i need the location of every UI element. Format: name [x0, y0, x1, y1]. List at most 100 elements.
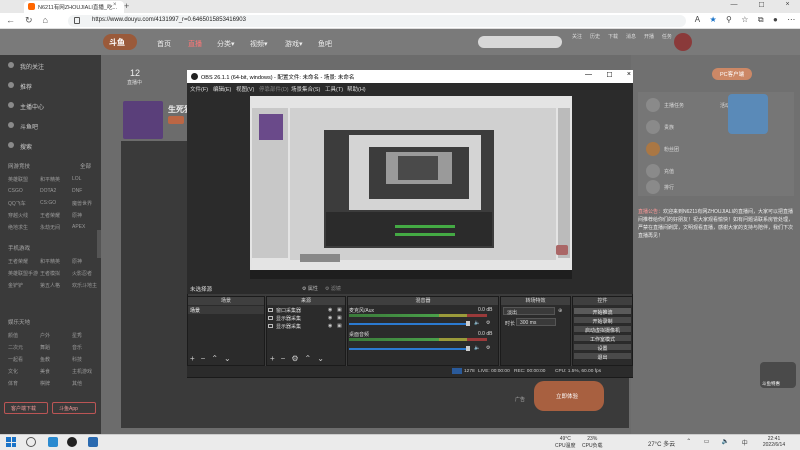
lock-source-icon[interactable]: ▣ [337, 315, 342, 321]
site-search-input[interactable] [478, 36, 562, 48]
menu-help[interactable]: 帮助(H) [347, 85, 366, 93]
sidebar-category[interactable]: 美食 [40, 368, 50, 375]
stream-thumbnail[interactable] [123, 101, 163, 139]
new-tab-button[interactable]: + [124, 1, 129, 11]
extensions-icon[interactable]: ⚲ [726, 15, 732, 25]
menu-edit[interactable]: 编辑(E) [213, 85, 231, 93]
favorites-icon[interactable]: ☆ [741, 15, 748, 25]
sidebar-category[interactable]: 和平精英 [40, 176, 60, 183]
nav-category[interactable]: 分类▾ [217, 39, 235, 49]
filters-button[interactable]: ⚙ 滤镜 [325, 285, 341, 292]
nav-live[interactable]: 直播 [188, 39, 202, 49]
url-input[interactable]: https://www.douyu.com/4131997_r=0.646501… [68, 15, 686, 27]
move-up-icon[interactable]: ⌃ [211, 354, 218, 363]
nav-home[interactable]: 首页 [157, 39, 171, 49]
sidebar-item-search[interactable]: 搜索 [20, 142, 32, 151]
sidebar-category[interactable]: 穿越火线 [8, 212, 28, 219]
network-icon[interactable]: ▭ [704, 438, 710, 447]
message-icon[interactable]: 消息 [626, 33, 636, 40]
lock-source-icon[interactable]: ▣ [337, 323, 342, 329]
sidebar-category[interactable]: 户外 [40, 332, 50, 339]
speaker-icon[interactable]: 🔈 [474, 320, 480, 326]
tab-close-icon[interactable]: × [113, 2, 117, 8]
sidebar-category[interactable]: 颜值 [8, 332, 18, 339]
speaker-icon[interactable]: 🔈 [474, 345, 480, 351]
sidebar-category[interactable]: 金铲铲 [8, 282, 23, 289]
minimize-icon[interactable]: — [730, 1, 737, 12]
sidebar-category[interactable]: 王者荣耀 [40, 212, 60, 219]
volume-slider[interactable] [349, 348, 467, 350]
sidebar-category[interactable]: 文化 [8, 368, 18, 375]
source-item[interactable]: 显示器采集 [276, 315, 301, 322]
menu-file[interactable]: 文件(F) [190, 85, 208, 93]
sidebar-category[interactable]: 科技 [72, 356, 82, 363]
obs-taskbar-icon[interactable] [67, 437, 77, 447]
start-streaming-button[interactable]: 开始推流 [573, 307, 632, 316]
sidebar-category[interactable]: 英雄联盟 [8, 176, 28, 183]
sidebar-category[interactable]: 王者模拟 [40, 270, 60, 277]
sidebar-item-anchor-center[interactable]: 主播中心 [20, 102, 44, 111]
sidebar-category[interactable]: 其他 [72, 380, 82, 387]
sidebar-category[interactable]: APEX [72, 224, 85, 230]
ime-icon[interactable]: 中 [742, 438, 748, 447]
remove-source-icon[interactable]: − [281, 354, 286, 363]
recharge-icon[interactable] [646, 164, 660, 178]
sidebar-category[interactable]: 欢乐斗地主 [72, 282, 97, 289]
sidebar-category[interactable]: 主机游戏 [72, 368, 92, 375]
right-item[interactable]: 主播任务 [664, 102, 684, 109]
sidebar-category[interactable]: 原神 [72, 212, 82, 219]
visibility-eye-icon[interactable]: ◉ [328, 315, 332, 321]
broadcast-icon[interactable]: 开播 [644, 33, 654, 40]
move-down-icon[interactable]: ⌄ [317, 354, 324, 363]
add-source-icon[interactable]: + [270, 354, 275, 363]
read-aloud-icon[interactable]: A [695, 15, 700, 25]
site-logo[interactable]: 斗鱼 [103, 34, 137, 50]
sidebar-category[interactable]: QQ飞车 [8, 200, 26, 207]
app-taskbar-icon[interactable] [88, 437, 98, 447]
weather-widget[interactable]: 27°C 多云 [648, 439, 675, 448]
profile-icon[interactable]: ● [773, 15, 778, 25]
sidebar-category[interactable]: 永劫无间 [40, 224, 60, 231]
transition-select[interactable]: 淡出 [503, 307, 555, 316]
settings-button[interactable]: 设置 [573, 343, 632, 352]
douyu-app-button[interactable]: 斗鱼App [52, 402, 96, 414]
sidebar-category[interactable]: 体育 [8, 380, 18, 387]
right-item[interactable]: 充值 [664, 168, 674, 175]
volume-icon[interactable]: 🔈 [722, 438, 729, 447]
sidebar-category[interactable]: 魔兽世界 [72, 200, 92, 207]
windows-start-icon[interactable] [6, 437, 16, 447]
favorite-star-icon[interactable]: ★ [709, 15, 716, 25]
fans-icon[interactable] [646, 142, 660, 156]
sidebar-section-more[interactable]: 全部 [80, 162, 91, 170]
sidebar-category[interactable]: 二次元 [8, 344, 23, 351]
collections-icon[interactable]: ⧉ [758, 15, 764, 25]
virtual-camera-button[interactable]: 启动虚拟摄像机 [573, 325, 632, 334]
duration-input[interactable]: 300 ms [516, 318, 556, 326]
mixer-gear-icon[interactable]: ⚙ [486, 320, 490, 326]
sidebar-category[interactable]: 一起看 [8, 356, 23, 363]
studio-mode-button[interactable]: 工作室模式 [573, 334, 632, 343]
menu-view[interactable]: 视图(V) [236, 85, 254, 93]
lock-source-icon[interactable]: ▣ [337, 307, 342, 313]
nav-game[interactable]: 游戏▾ [285, 39, 303, 49]
right-item[interactable]: 排行 [664, 184, 674, 191]
refresh-icon[interactable]: ↻ [25, 15, 33, 26]
properties-button[interactable]: ⚙ 属性 [302, 285, 318, 292]
remove-scene-icon[interactable]: − [201, 354, 206, 363]
sidebar-category[interactable]: 棋牌 [40, 380, 50, 387]
sidebar-category[interactable]: CS:GO [40, 200, 56, 206]
sidebar-category[interactable]: 和平精英 [40, 258, 60, 265]
sidebar-category[interactable]: 英雄联盟手游 [8, 270, 38, 277]
promo-banner[interactable] [728, 94, 768, 134]
rank-icon[interactable] [646, 180, 660, 194]
volume-slider-knob[interactable] [466, 321, 470, 326]
nav-video[interactable]: 视频▾ [250, 39, 268, 49]
volume-slider-knob[interactable] [466, 346, 470, 351]
browser-tab[interactable]: N6211有网ZHOUJIALI直播_吃... [24, 1, 124, 13]
search-icon[interactable] [26, 437, 36, 447]
transition-add-icon[interactable]: ⊕ [558, 308, 562, 314]
download-icon[interactable]: 下载 [608, 33, 618, 40]
user-avatar[interactable] [674, 33, 692, 51]
sidebar-category[interactable]: 原神 [72, 258, 82, 265]
add-scene-icon[interactable]: + [190, 354, 195, 363]
